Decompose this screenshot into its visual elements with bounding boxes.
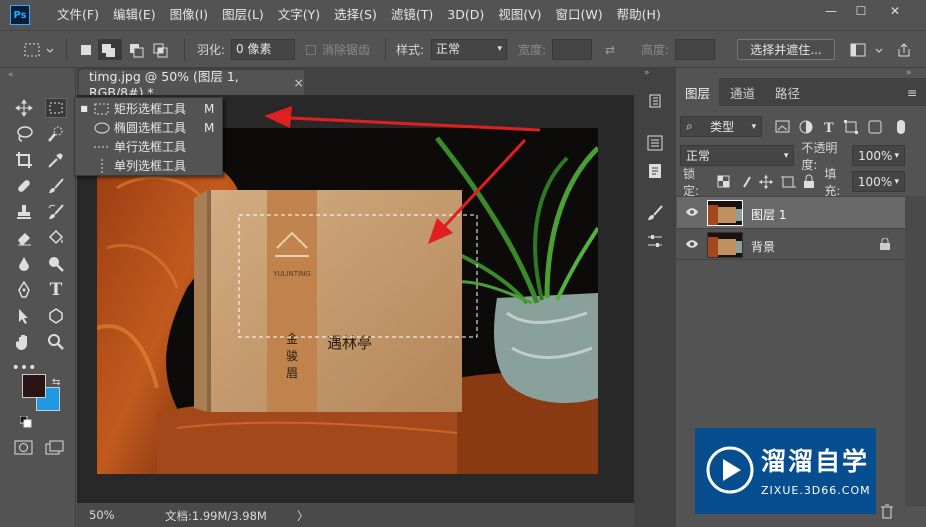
properties-panel-icon[interactable] <box>646 134 664 155</box>
watermark-text: 溜溜自学 <box>761 447 870 476</box>
lock-icon <box>879 237 891 253</box>
selected-indicator-icon: ■ <box>80 104 88 113</box>
marquee-tool-flyout: ■ 矩形选框工具 M 椭圆选框工具 M 单行选框工具 单列选框工具 <box>74 97 223 176</box>
flyout-item-label: 矩形选框工具 <box>114 102 187 116</box>
chevron-down-icon: ▾ <box>783 150 789 161</box>
flyout-elliptical-marquee[interactable]: 椭圆选框工具 M <box>75 118 222 137</box>
chevron-down-icon: ▾ <box>751 121 757 132</box>
document-size: 文档:1.99M/3.98M <box>165 509 267 523</box>
layer-name: 背景 <box>751 240 776 254</box>
layer-thumbnail <box>707 232 743 258</box>
watermark-url: ZIXUE.3D66.COM <box>761 484 871 497</box>
elliptical-marquee-icon <box>94 122 110 133</box>
opacity-value: 100% <box>858 148 893 163</box>
flyout-item-label: 单行选框工具 <box>114 140 187 154</box>
libraries-panel-icon[interactable] <box>646 162 664 183</box>
filter-kind-value: 类型 <box>710 120 735 134</box>
opacity-input[interactable]: 100% ▾ <box>852 145 906 166</box>
flyout-item-shortcut: M <box>204 101 215 116</box>
filter-icons[interactable]: T <box>774 118 897 136</box>
expand-panels-icon[interactable]: » <box>644 68 650 78</box>
fill-input[interactable]: 100% ▾ <box>851 171 906 192</box>
layer-row-background[interactable]: 背景 <box>677 228 905 260</box>
flyout-single-column-marquee[interactable]: 单列选框工具 <box>75 156 222 175</box>
watermark-logo-icon <box>706 446 754 494</box>
single-row-marquee-icon <box>94 146 110 147</box>
rectangular-marquee-icon <box>94 103 109 114</box>
layer-name: 图层 1 <box>751 208 787 222</box>
panel-menu-icon[interactable]: ≡ <box>898 78 926 106</box>
visibility-eye-icon[interactable] <box>685 206 699 221</box>
search-icon: ⌕ <box>686 119 693 133</box>
collapse-layers-panel-icon[interactable]: » <box>906 68 912 78</box>
tab-channels[interactable]: 通道 <box>721 78 764 106</box>
fill-value: 100% <box>857 174 893 189</box>
layer-thumbnail <box>707 200 743 226</box>
delete-layer-icon[interactable] <box>880 503 894 522</box>
single-column-marquee-icon <box>101 158 103 173</box>
visibility-eye-icon[interactable] <box>685 238 699 253</box>
fill-label: 填充: <box>824 166 841 198</box>
flyout-item-label: 单列选框工具 <box>114 159 187 173</box>
filter-kind-dropdown[interactable]: ⌕ 类型 ▾ <box>680 116 763 137</box>
chevron-down-icon: ▾ <box>894 150 900 161</box>
brushes-panel-icon[interactable] <box>646 204 664 225</box>
history-panel-icon[interactable] <box>646 92 664 113</box>
blend-mode-value: 正常 <box>686 149 711 163</box>
svg-text:T: T <box>824 121 834 136</box>
lock-fill-row: 锁定: 填充: 100% ▾ <box>677 166 906 198</box>
flyout-item-label: 椭圆选框工具 <box>114 121 187 135</box>
watermark: 溜溜自学 ZIXUE.3D66.COM <box>695 428 876 514</box>
flyout-rectangular-marquee[interactable]: ■ 矩形选框工具 M <box>75 99 222 118</box>
layer-row-layer1[interactable]: 图层 1 <box>677 196 905 228</box>
status-bar: 50% 文档:1.99M/3.98M 〉 <box>77 503 634 527</box>
blend-mode-dropdown[interactable]: 正常 ▾ <box>680 145 795 166</box>
flyout-single-row-marquee[interactable]: 单行选框工具 <box>75 137 222 156</box>
lock-label: 锁定: <box>683 166 700 198</box>
flyout-item-shortcut: M <box>204 120 215 135</box>
status-menu-arrow-icon[interactable]: 〉 <box>297 508 309 524</box>
layer-filter-row: ⌕ 类型 ▾ T <box>677 111 905 142</box>
adjustments-panel-icon[interactable] <box>646 232 664 253</box>
tab-paths[interactable]: 路径 <box>766 78 809 106</box>
chevron-down-icon: ▾ <box>894 176 900 187</box>
panel-tab-bar: 图层 通道 路径 ≡ <box>676 78 926 106</box>
lock-options-icons[interactable] <box>716 174 818 190</box>
zoom-level[interactable]: 50% <box>89 508 115 522</box>
layers-scrollbar[interactable] <box>905 196 926 506</box>
collapsed-panels-strip: » <box>634 68 676 527</box>
tab-layers[interactable]: 图层 <box>676 78 720 106</box>
filter-toggle[interactable] <box>897 119 905 134</box>
